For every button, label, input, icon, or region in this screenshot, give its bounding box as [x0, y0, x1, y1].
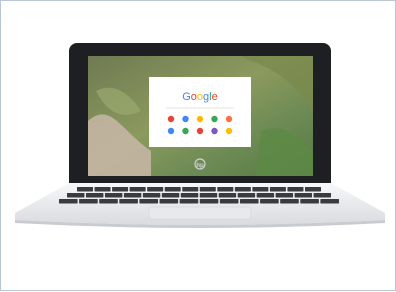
app-icon — [167, 115, 175, 123]
keyboard-key — [218, 193, 237, 198]
logo-letter: G — [182, 91, 191, 103]
keyboard-key — [139, 199, 159, 204]
keyboard-key — [164, 187, 181, 192]
touchpad — [148, 206, 252, 220]
keyboard-key — [77, 187, 94, 192]
app-icon — [196, 115, 204, 123]
app-icon — [182, 127, 189, 135]
keyboard-key — [217, 187, 234, 192]
keyboard-key — [99, 199, 118, 204]
keyboard-key — [234, 187, 251, 192]
keyboard-key — [123, 193, 142, 198]
keyboard-key — [304, 187, 321, 192]
app-icon — [211, 115, 218, 123]
keyboard-key — [180, 193, 199, 198]
keyboard-key — [269, 187, 286, 192]
keyboard-key — [179, 199, 199, 204]
keyboard-key — [112, 187, 129, 192]
keyboard-key — [287, 187, 304, 192]
keyboard-key — [67, 193, 85, 198]
app-icon — [211, 127, 218, 135]
keyboard-key — [199, 193, 218, 198]
keyboard-key — [199, 187, 216, 192]
keyboard-key — [79, 199, 98, 204]
app-icon — [196, 127, 204, 135]
keyboard-key — [280, 199, 299, 204]
keyboard-key — [275, 193, 294, 198]
keyboard-key — [119, 199, 138, 204]
app-icon — [225, 127, 233, 135]
keyboard-key — [182, 187, 199, 192]
keyboard-key — [313, 193, 331, 198]
keyboard-key — [260, 199, 279, 204]
app-icon — [225, 115, 233, 123]
keyboard-key — [85, 193, 104, 198]
keyboard-key — [94, 187, 111, 192]
keyboard-key — [159, 199, 179, 204]
laptop-photo: Google hp — [15, 43, 385, 228]
keyboard-key — [161, 193, 180, 198]
keyboard-key — [59, 199, 78, 204]
svg-text:hp: hp — [196, 163, 204, 169]
app-icon — [167, 127, 175, 135]
keyboard-key — [252, 187, 269, 192]
keyboard-key — [142, 193, 161, 198]
keyboard-key — [320, 199, 339, 204]
launcher-card: Google — [149, 77, 251, 147]
keyboard-key — [199, 199, 219, 204]
keyboard-key — [256, 193, 275, 198]
keyboard-key — [294, 193, 313, 198]
keyboard-key — [219, 199, 239, 204]
keyboard-key — [300, 199, 319, 204]
logo-letter: e — [212, 91, 218, 103]
keyboard-key — [104, 193, 123, 198]
image-frame: Google hp — [0, 0, 396, 291]
app-icon — [182, 115, 189, 123]
search-logo: Google — [182, 91, 218, 103]
keyboard-key — [147, 187, 164, 192]
keyboard-key — [237, 193, 256, 198]
keyboard-key — [239, 199, 259, 204]
keyboard-key — [129, 187, 146, 192]
